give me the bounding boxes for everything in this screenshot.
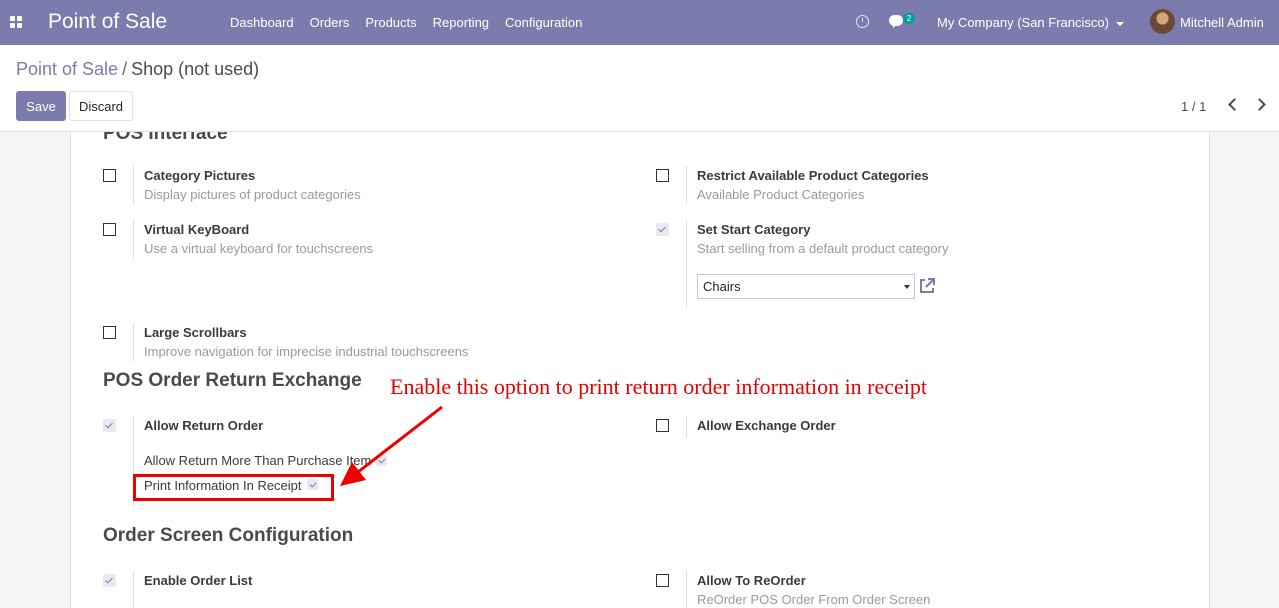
top-navbar: Point of Sale Dashboard Orders Products … [0, 0, 1279, 45]
app-name[interactable]: Point of Sale [48, 10, 167, 34]
messages-chat-icon[interactable] [889, 15, 903, 26]
messages-count-badge: 2 [903, 13, 915, 24]
large-scrollbars-checkbox[interactable] [103, 326, 116, 339]
allow-return-checkbox[interactable] [103, 419, 116, 432]
large-scrollbars-desc: Improve navigation for imprecise industr… [144, 344, 469, 359]
setting-divider [686, 416, 687, 438]
save-button[interactable]: Save [16, 91, 66, 121]
annotation-highlight-box [133, 474, 334, 501]
setting-divider [686, 220, 687, 308]
menu-item-orders[interactable]: Orders [302, 0, 358, 45]
menu-item-dashboard[interactable]: Dashboard [222, 0, 302, 45]
large-scrollbars-title: Large Scrollbars [144, 325, 247, 340]
section-title-return-exchange: POS Order Return Exchange [103, 370, 362, 391]
start-category-selected-value: Chairs [703, 279, 741, 294]
virtual-keyboard-title: Virtual KeyBoard [144, 222, 250, 237]
main-menu: Dashboard Orders Products Reporting Conf… [222, 0, 590, 45]
discard-button[interactable]: Discard [69, 91, 133, 121]
virtual-keyboard-desc: Use a virtual keyboard for touchscreens [144, 241, 374, 256]
start-category-title: Set Start Category [697, 222, 811, 237]
enable-order-list-checkbox[interactable] [103, 574, 116, 587]
section-title-order-screen: Order Screen Configuration [103, 525, 354, 546]
section-title-pos-interface: POS Interface [103, 131, 228, 144]
allow-reorder-title: Allow To ReOrder [697, 573, 806, 588]
start-category-desc: Start selling from a default product cat… [697, 241, 949, 256]
pager-next-icon[interactable] [1253, 98, 1266, 111]
form-sheet: POS Interface Category Pictures Display … [70, 131, 1210, 608]
company-name: My Company (San Francisco) [937, 15, 1109, 30]
enable-order-list-title: Enable Order List [144, 573, 253, 588]
allow-more-than-purchase-label: Allow Return More Than Purchase Item [144, 453, 372, 468]
restrict-categories-checkbox[interactable] [656, 169, 669, 182]
restrict-categories-title: Restrict Available Product Categories [697, 168, 929, 183]
allow-more-than-purchase-checkbox[interactable] [376, 455, 387, 466]
chevron-down-icon [1115, 21, 1124, 26]
form-content-area[interactable]: POS Interface Category Pictures Display … [0, 131, 1279, 608]
start-category-checkbox[interactable] [656, 223, 669, 236]
menu-item-products[interactable]: Products [357, 0, 424, 45]
breadcrumb-separator: / [122, 59, 128, 79]
pager-value[interactable]: 1 / 1 [1181, 99, 1206, 114]
breadcrumb: Point of Sale / Shop (not used) [16, 59, 259, 80]
annotation-text: Enable this option to print return order… [390, 374, 928, 399]
setting-divider [133, 571, 134, 608]
breadcrumb-current: Shop (not used) [131, 59, 260, 79]
company-switcher[interactable]: My Company (San Francisco) [937, 15, 1124, 30]
setting-divider [133, 323, 134, 361]
dropdown-caret-icon [904, 285, 910, 289]
external-link-icon[interactable] [918, 277, 936, 295]
user-menu[interactable]: Mitchell Admin [1180, 15, 1264, 30]
setting-divider [133, 220, 134, 258]
category-pictures-title: Category Pictures [144, 168, 256, 183]
setting-divider [686, 166, 687, 204]
allow-return-title: Allow Return Order [144, 418, 264, 433]
user-avatar[interactable] [1150, 9, 1175, 34]
activity-clock-icon[interactable] [856, 15, 869, 28]
category-pictures-checkbox[interactable] [103, 169, 116, 182]
virtual-keyboard-checkbox[interactable] [103, 223, 116, 236]
start-category-select[interactable]: Chairs [697, 274, 915, 299]
allow-reorder-desc: ReOrder POS Order From Order Screen [697, 592, 931, 607]
menu-item-reporting[interactable]: Reporting [425, 0, 497, 45]
setting-divider [686, 571, 687, 608]
category-pictures-desc: Display pictures of product categories [144, 187, 361, 202]
allow-reorder-checkbox[interactable] [656, 574, 669, 587]
breadcrumb-parent-link[interactable]: Point of Sale [16, 59, 118, 79]
menu-item-configuration[interactable]: Configuration [497, 0, 590, 45]
apps-menu-icon[interactable] [10, 16, 22, 28]
setting-divider [133, 166, 134, 204]
restrict-categories-desc: Available Product Categories [697, 187, 865, 202]
allow-exchange-title: Allow Exchange Order [697, 418, 836, 433]
allow-exchange-checkbox[interactable] [656, 419, 669, 432]
pager-previous-icon[interactable] [1228, 98, 1241, 111]
